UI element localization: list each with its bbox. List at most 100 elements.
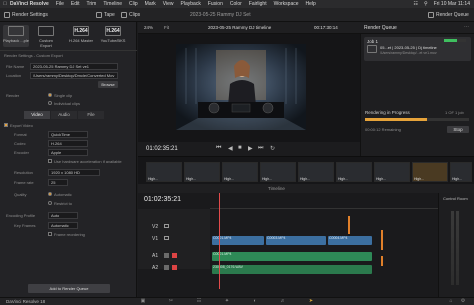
clip-thumbnail[interactable]: 06High... xyxy=(222,162,258,182)
profile-label: Encoding Profile xyxy=(6,213,36,218)
keyframes-select[interactable]: Automatic xyxy=(48,222,78,229)
format-select[interactable]: QuickTime xyxy=(48,131,88,138)
quality-auto-radio[interactable] xyxy=(48,192,52,196)
timeline-clip-v1[interactable]: C0004.MP4 xyxy=(328,236,372,245)
prev-clip-icon[interactable]: ⏮ xyxy=(216,145,221,152)
clips-toggle[interactable]: Clips xyxy=(121,11,140,19)
clip-thumbnail[interactable]: 04High... xyxy=(146,162,182,182)
track-a2-lock-icon[interactable] xyxy=(164,265,169,270)
timeline-clip-a1[interactable]: C0001.MP4 xyxy=(212,252,372,261)
menu-workspace[interactable]: Workspace xyxy=(274,0,299,8)
stop-icon[interactable]: ■ xyxy=(238,145,242,151)
render-queue-toggle[interactable]: Render Queue xyxy=(428,11,469,19)
preset-playback[interactable]: Playback ...ple xyxy=(3,25,29,47)
codec-select[interactable]: H.264 xyxy=(48,140,88,147)
track-v1-lock-icon[interactable] xyxy=(164,236,169,240)
preset-custom-export[interactable]: Custom Export xyxy=(33,25,59,48)
project-title: 2023-05-25 Rammy DJ Set xyxy=(190,12,251,18)
render-settings-toggle[interactable]: Render Settings xyxy=(4,11,48,19)
tape-toggle[interactable]: Tape xyxy=(96,11,115,19)
loop-icon[interactable]: ↻ xyxy=(270,145,275,152)
frame-rate-select[interactable]: 25 xyxy=(48,179,68,186)
viewer-header: 24% Fit 2023-05-25 Rammy DJ timeline 00:… xyxy=(138,22,360,34)
track-a2-record-icon[interactable] xyxy=(172,265,177,270)
profile-select[interactable]: Auto xyxy=(48,212,78,219)
clip-thumbnail[interactable]: 08High... xyxy=(298,162,334,182)
settings-gear-icon[interactable]: ⚙ xyxy=(460,299,466,304)
clip-thumbnail[interactable]: 09High... xyxy=(336,162,372,182)
app-menu[interactable]: DaVinci Resolve xyxy=(10,0,49,8)
location-field[interactable]: /Users/rammy/Desktop/Dmcle/Converted Mov xyxy=(30,72,118,79)
tab-video[interactable]: Video xyxy=(24,111,50,119)
clip-thumbnail[interactable]: 12High... xyxy=(450,162,472,182)
edit-page-icon[interactable]: ☷ xyxy=(196,299,202,304)
quality-restrict-radio[interactable] xyxy=(48,201,52,205)
zoom-select[interactable]: 24% xyxy=(144,25,153,30)
tab-file[interactable]: File xyxy=(78,111,104,119)
apple-menu-icon[interactable]:  xyxy=(0,0,10,8)
encoder-select[interactable]: Apple xyxy=(48,149,88,156)
single-clip-radio[interactable] xyxy=(48,93,52,97)
menubar-clock[interactable]: Fri 10 Mar 11:14 xyxy=(434,0,470,8)
stop-render-button[interactable]: Stop xyxy=(447,126,469,133)
menu-clip[interactable]: Clip xyxy=(129,0,138,8)
deliver-page-icon[interactable]: ➤ xyxy=(308,299,314,304)
individual-clips-radio[interactable] xyxy=(48,101,52,105)
clip-thumbnail[interactable]: 05High... xyxy=(184,162,220,182)
search-icon[interactable]: ⚲ xyxy=(424,0,428,8)
frame-reorder-checkbox[interactable] xyxy=(48,232,52,236)
browse-button[interactable]: Browse xyxy=(98,81,118,88)
clips-icon xyxy=(121,11,127,18)
render-queue-icon xyxy=(428,11,434,18)
menu-timeline[interactable]: Timeline xyxy=(103,0,122,8)
time-remaining: 00:00:12 Remaining xyxy=(365,127,401,132)
track-a1-record-icon[interactable] xyxy=(172,253,177,258)
media-page-icon[interactable]: ▣ xyxy=(140,299,146,304)
clip-thumbnail[interactable]: 10High... xyxy=(374,162,410,182)
menu-color[interactable]: Color xyxy=(230,0,242,8)
menu-fusion[interactable]: Fusion xyxy=(208,0,223,8)
clip-marker[interactable] xyxy=(381,230,383,250)
preset-icon xyxy=(8,26,24,36)
timeline-clip-v1[interactable]: C0003.MP4 xyxy=(266,236,326,245)
next-clip-icon[interactable]: ⏭ xyxy=(258,145,263,152)
clip-marker[interactable] xyxy=(381,256,383,266)
preset-youtube[interactable]: H.264 YouTube/BKS xyxy=(100,25,126,47)
add-to-render-queue-button[interactable]: Add to Render Queue xyxy=(28,284,110,293)
more-options-icon[interactable]: ⋯ xyxy=(464,24,469,30)
fairlight-page-icon[interactable]: ♬ xyxy=(280,299,286,304)
preset-h264-master[interactable]: H.264 H.264 Master xyxy=(68,25,94,47)
clip-marker[interactable] xyxy=(348,216,350,234)
home-icon[interactable]: ⌂ xyxy=(448,299,454,304)
menu-edit[interactable]: Edit xyxy=(71,0,80,8)
play-icon[interactable]: ▶ xyxy=(248,145,253,152)
menu-playback[interactable]: Playback xyxy=(181,0,201,8)
menu-trim[interactable]: Trim xyxy=(87,0,97,8)
cut-page-icon[interactable]: ✂ xyxy=(168,299,174,304)
clip-thumbnail[interactable]: 07High... xyxy=(260,162,296,182)
track-v2-lock-icon[interactable] xyxy=(164,224,169,228)
menu-file[interactable]: File xyxy=(56,0,64,8)
fit-label[interactable]: Fit xyxy=(164,25,169,30)
filename-field[interactable]: 2023-05-25 Rammy DJ Set ve1 xyxy=(30,63,118,70)
rewind-icon[interactable]: ◀ xyxy=(228,145,233,152)
playhead[interactable] xyxy=(219,193,220,289)
fusion-page-icon[interactable]: ✦ xyxy=(224,299,230,304)
export-video-label: Export Video xyxy=(10,123,33,128)
timeline-clip-a2[interactable]: 230508_0176.WAV xyxy=(212,265,372,274)
timeline-ruler[interactable] xyxy=(210,193,438,209)
menu-mark[interactable]: Mark xyxy=(145,0,156,8)
menu-fairlight[interactable]: Fairlight xyxy=(249,0,267,8)
menu-view[interactable]: View xyxy=(163,0,174,8)
wifi-icon[interactable]: ☷ xyxy=(414,0,418,8)
resolution-select[interactable]: 1920 x 1080 HD xyxy=(48,169,100,176)
clip-thumbnail[interactable]: 11High... xyxy=(412,162,448,182)
tab-audio[interactable]: Audio xyxy=(51,111,77,119)
hw-accel-checkbox[interactable] xyxy=(48,159,52,163)
track-a1-lock-icon[interactable] xyxy=(164,253,169,258)
track-v2-label: V2 xyxy=(152,224,159,230)
menu-help[interactable]: Help xyxy=(306,0,316,8)
color-page-icon[interactable]: ◐ xyxy=(252,299,258,304)
render-job-card[interactable]: Job 1 05...et | 2023-05-25 | Dj timeline… xyxy=(364,37,471,61)
export-video-checkbox[interactable] xyxy=(4,123,8,127)
